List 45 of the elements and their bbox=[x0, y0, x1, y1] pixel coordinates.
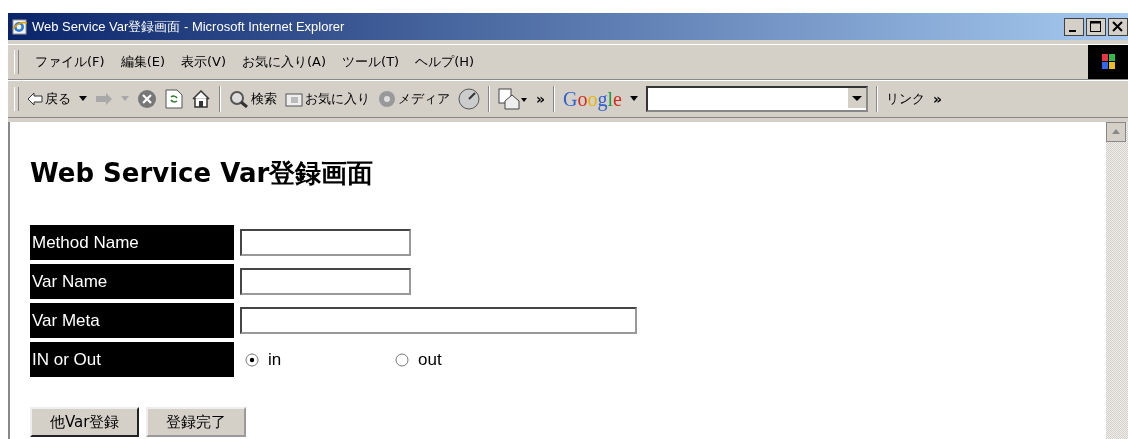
field-label: Method Name bbox=[30, 225, 234, 260]
favorites-button[interactable]: お気に入り bbox=[285, 90, 370, 108]
caret-icon[interactable] bbox=[79, 96, 87, 102]
menu-item[interactable]: お気に入り(A) bbox=[242, 53, 327, 71]
back-arrow-icon bbox=[27, 92, 43, 106]
radio-option[interactable]: in bbox=[245, 349, 395, 370]
menu-item[interactable]: 表示(V) bbox=[181, 53, 227, 71]
browser-icon bbox=[12, 18, 28, 35]
window-title: Web Service Var登録画面 - Microsoft Internet Explorer bbox=[32, 17, 345, 36]
maximize-icon[interactable] bbox=[1086, 17, 1106, 36]
text-field[interactable] bbox=[240, 268, 411, 295]
menu-item[interactable]: ツール(T) bbox=[342, 53, 400, 71]
scrollbar[interactable] bbox=[1106, 122, 1128, 439]
stop-icon[interactable] bbox=[137, 89, 157, 109]
close-icon[interactable] bbox=[1108, 17, 1128, 36]
form-button[interactable]: 登録完了 bbox=[146, 407, 247, 437]
field-label: Var Name bbox=[30, 264, 234, 299]
disc-icon bbox=[378, 90, 396, 108]
text-field[interactable] bbox=[240, 229, 411, 256]
menu-item[interactable]: ヘルプ(H) bbox=[415, 53, 475, 71]
minimize-icon[interactable] bbox=[1064, 17, 1084, 36]
menu-item[interactable]: ファイル(F) bbox=[35, 53, 105, 71]
search-button[interactable]: 検索 bbox=[229, 90, 277, 108]
more-button[interactable]: » bbox=[932, 91, 942, 107]
caret-icon[interactable] bbox=[629, 96, 638, 102]
links-button[interactable]: リンク bbox=[885, 90, 925, 108]
page-heading: Web Service Var登録画面 bbox=[30, 157, 375, 190]
radio-icon[interactable] bbox=[245, 352, 259, 367]
history-icon[interactable] bbox=[458, 88, 480, 110]
radio-option[interactable]: out bbox=[395, 349, 545, 370]
menu-item[interactable]: 編集(E) bbox=[120, 53, 165, 71]
form-button[interactable]: 他Var登録 bbox=[30, 407, 140, 437]
home-icon[interactable] bbox=[191, 89, 211, 109]
back-button[interactable]: 戻る bbox=[27, 90, 71, 108]
refresh-icon[interactable] bbox=[165, 89, 183, 109]
more-button[interactable]: » bbox=[536, 91, 546, 107]
media-button[interactable]: メディア bbox=[378, 90, 450, 108]
text-field[interactable] bbox=[240, 307, 637, 334]
field-label: IN or Out bbox=[30, 342, 234, 377]
field-label: Var Meta bbox=[30, 303, 234, 338]
windows-logo-icon bbox=[1088, 45, 1128, 79]
radio-icon[interactable] bbox=[395, 352, 409, 367]
search-field[interactable] bbox=[645, 86, 868, 112]
google-logo[interactable]: Google bbox=[563, 87, 622, 111]
search-icon bbox=[229, 90, 249, 108]
